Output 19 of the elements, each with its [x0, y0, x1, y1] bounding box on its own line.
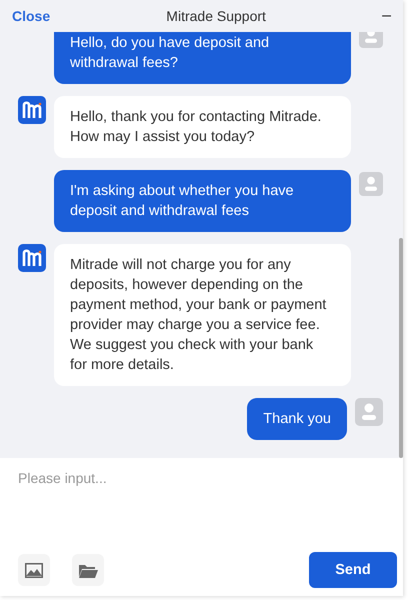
scrollbar-thumb[interactable] [399, 238, 403, 458]
chat-title: Mitrade Support [165, 8, 267, 24]
image-icon [25, 562, 43, 578]
message-bubble: I'm asking about whether you have deposit and withdrawal fees [54, 170, 351, 232]
message-bubble: Hello, do you have deposit and withdrawal fees? [54, 32, 351, 84]
minimize-button[interactable]: – [382, 7, 391, 25]
send-button[interactable]: Send [309, 552, 397, 588]
image-upload-button[interactable] [18, 554, 50, 586]
file-upload-button[interactable] [72, 554, 104, 586]
user-avatar-icon [359, 170, 383, 198]
user-avatar-icon [355, 398, 383, 426]
message-bubble: Thank you [247, 398, 347, 440]
logo-icon [18, 96, 46, 124]
message-bubble: Mitrade will not charge you for any deposits, however depending on the payment method, your bank or payment provider may charge you a service fee. We suggest you check with your bank for more details. [54, 244, 351, 386]
folder-icon [78, 562, 98, 578]
close-button[interactable]: Close [12, 8, 50, 24]
message-bubble: Hello, thank you for contacting Mitrade. How may I assist you today? [54, 96, 351, 158]
logo-icon [18, 244, 46, 272]
message-input[interactable]: Please input... [0, 458, 403, 552]
